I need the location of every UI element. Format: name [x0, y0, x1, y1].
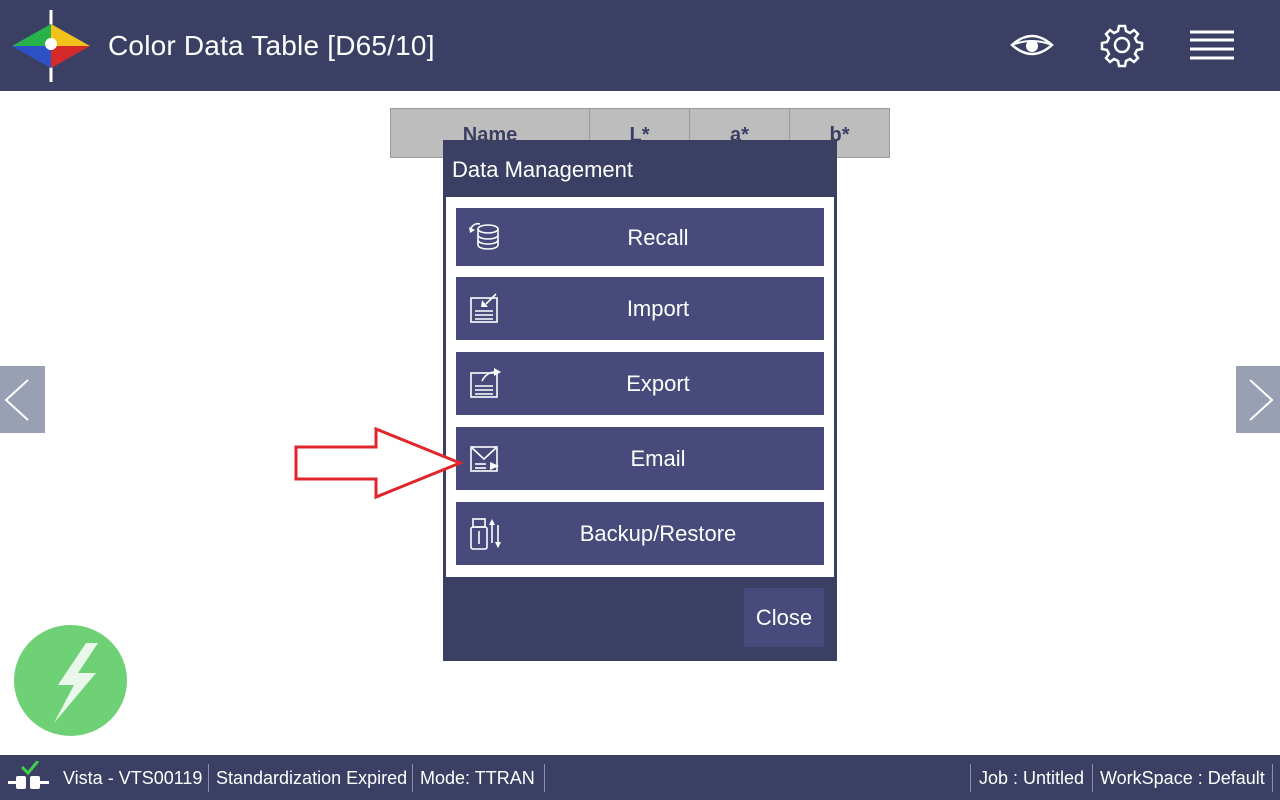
- recall-button[interactable]: Recall: [456, 208, 824, 266]
- import-label: Import: [626, 296, 690, 321]
- divider: [1272, 764, 1273, 792]
- divider: [1092, 764, 1093, 792]
- hamburger-menu-icon[interactable]: [1188, 22, 1236, 68]
- chevron-left-icon: [4, 379, 29, 421]
- backup-restore-button[interactable]: Backup/Restore: [456, 502, 824, 565]
- export-button[interactable]: Export: [456, 352, 824, 415]
- divider: [970, 764, 971, 792]
- eye-icon[interactable]: [1009, 22, 1055, 68]
- app-logo-icon: [12, 10, 90, 82]
- recall-label: Recall: [627, 225, 689, 250]
- previous-page-button[interactable]: [0, 366, 45, 433]
- dialog-body: Recall Import Export Email Backup/Restor…: [446, 197, 834, 577]
- email-label: Email: [630, 446, 686, 471]
- close-button[interactable]: Close: [744, 588, 824, 647]
- workspace-indicator[interactable]: WorkSpace : Default: [1100, 768, 1265, 789]
- export-label: Export: [626, 371, 690, 396]
- chevron-right-icon: [1249, 379, 1274, 421]
- dialog-title: Data Management: [452, 157, 633, 182]
- job-indicator[interactable]: Job : Untitled: [979, 768, 1084, 789]
- divider: [208, 764, 209, 792]
- gear-icon[interactable]: [1099, 22, 1145, 68]
- page-title: Color Data Table [D65/10]: [108, 30, 435, 61]
- divider: [544, 764, 545, 792]
- mode-indicator[interactable]: Mode: TTRAN: [420, 768, 535, 789]
- annotation-arrow-icon: [294, 427, 464, 500]
- measure-button[interactable]: [14, 625, 127, 736]
- backup-restore-label: Backup/Restore: [579, 521, 737, 546]
- next-page-button[interactable]: [1236, 366, 1280, 433]
- app-header: Color Data Table [D65/10]: [0, 0, 1280, 91]
- data-management-dialog: Data Management Recall Import Export Ema…: [443, 140, 837, 661]
- instrument-name: Vista - VTS00119: [63, 768, 203, 788]
- lightning-bolt-icon: [54, 643, 98, 723]
- status-bar: Vista - VTS00119 Standardization Expired…: [0, 755, 1280, 800]
- standardization-status[interactable]: Standardization Expired: [216, 768, 407, 789]
- connection-status-icon: [8, 761, 49, 789]
- divider: [412, 764, 413, 792]
- import-button[interactable]: Import: [456, 277, 824, 340]
- email-button[interactable]: Email: [456, 427, 824, 490]
